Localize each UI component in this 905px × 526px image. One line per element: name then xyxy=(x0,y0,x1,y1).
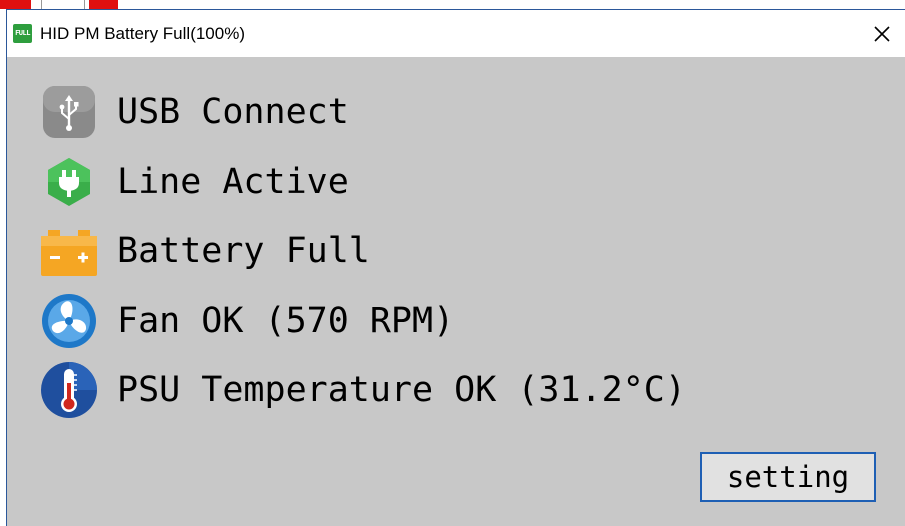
status-row-line: Line Active xyxy=(39,154,349,210)
status-label-usb: USB Connect xyxy=(117,92,349,132)
window-title: HID PM Battery Full(100%) xyxy=(40,23,245,43)
plug-icon xyxy=(39,154,99,210)
status-label-fan: Fan OK (570 RPM) xyxy=(117,301,455,341)
thermometer-icon xyxy=(39,362,99,418)
status-row-temperature: PSU Temperature OK (31.2°C) xyxy=(39,362,686,418)
taskbar-red-block-right xyxy=(89,0,118,9)
app-icon: FULL xyxy=(13,24,32,43)
status-label-battery: Battery Full xyxy=(117,231,370,271)
title-bar: FULL HID PM Battery Full(100%) xyxy=(7,10,905,57)
setting-button[interactable]: setting xyxy=(700,452,876,502)
close-button[interactable] xyxy=(859,10,905,57)
status-label-line: Line Active xyxy=(117,162,349,202)
taskbar-gray-block xyxy=(41,0,85,9)
fan-icon xyxy=(39,293,99,349)
status-row-battery: Battery Full xyxy=(39,223,370,279)
close-icon xyxy=(874,25,890,42)
app-window: FULL HID PM Battery Full(100%) USB Conne… xyxy=(6,9,905,526)
battery-icon xyxy=(39,223,99,279)
status-panel: USB Connect Line Active Battery Full Fan… xyxy=(7,57,905,526)
taskbar-strip xyxy=(0,0,905,9)
usb-icon xyxy=(39,84,99,140)
status-label-temperature: PSU Temperature OK (31.2°C) xyxy=(117,370,686,410)
taskbar-red-block-left xyxy=(0,0,31,9)
status-row-fan: Fan OK (570 RPM) xyxy=(39,293,454,349)
status-row-usb: USB Connect xyxy=(39,84,349,140)
